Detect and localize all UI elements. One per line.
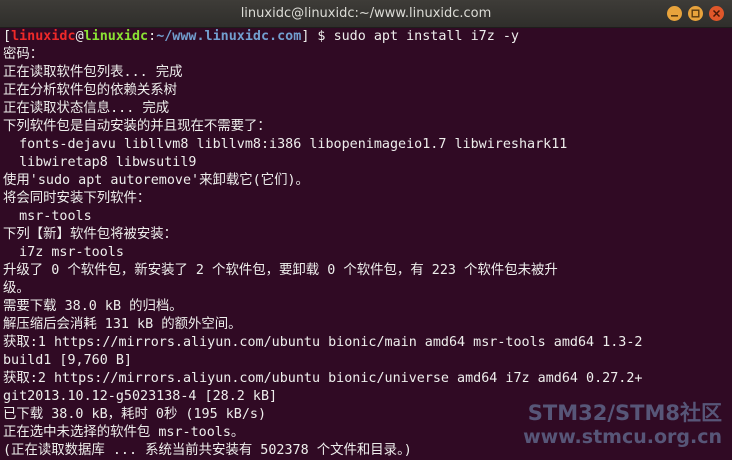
output-line: 需要下载 38.0 kB 的归档。	[3, 299, 183, 314]
output-line: msr-tools	[3, 209, 92, 224]
output-line: 下列软件包是自动安装的并且现在不需要了：	[3, 119, 271, 134]
terminal-output-area[interactable]: [linuxidc@linuxidc:~/www.linuxidc.com] $…	[0, 28, 732, 460]
output-line: 升级了 0 个软件包，新安装了 2 个软件包，要卸载 0 个软件包，有 223 …	[3, 263, 558, 278]
prompt-command: sudo apt install i7z -y	[333, 29, 519, 44]
maximize-icon	[691, 9, 700, 18]
output-line: 正在读取软件包列表... 完成	[3, 65, 183, 80]
output-line: fonts-dejavu libllvm8 libllvm8:i386 libo…	[3, 137, 568, 152]
output-line: 解压缩后会消耗 131 kB 的额外空间。	[3, 317, 242, 332]
prompt-symbol: $	[309, 29, 334, 44]
output-line: 正在读取状态信息... 完成	[3, 101, 170, 116]
output-line: 下列【新】软件包将被安装：	[3, 227, 178, 242]
output-line: 将会同时安装下列软件：	[3, 191, 151, 206]
output-line: build1 [9,760 B]	[3, 353, 132, 368]
watermark-title: STM32/STM8社区	[527, 401, 722, 425]
title-bar[interactable]: linuxidc@linuxidc:~/www.linuxidc.com	[0, 0, 732, 28]
output-line: 级。	[3, 281, 30, 296]
output-line: libwiretap8 libwsutil9	[3, 155, 197, 170]
output-line: i7z msr-tools	[3, 245, 124, 260]
prompt-host: linuxidc	[83, 29, 149, 44]
prompt-at: @	[75, 29, 84, 44]
prompt-path: ~/www.linuxidc.com	[156, 29, 302, 44]
window-title: linuxidc@linuxidc:~/www.linuxidc.com	[240, 6, 492, 21]
site-watermark: STM32/STM8社区 www.stmcu.org.cn	[523, 400, 722, 448]
terminal-window: linuxidc@linuxidc:~/www.linuxidc.com [li…	[0, 0, 732, 460]
close-icon	[712, 9, 721, 18]
output-line: 使用'sudo apt autoremove'来卸载它(它们)。	[3, 173, 309, 188]
minimize-button[interactable]	[667, 6, 682, 21]
close-button[interactable]	[709, 6, 724, 21]
command-prompt-line: [linuxidc@linuxidc:~/www.linuxidc.com] $…	[3, 28, 732, 46]
output-line: 获取:2 https://mirrors.aliyun.com/ubuntu b…	[3, 371, 643, 386]
output-line: 获取:1 https://mirrors.aliyun.com/ubuntu b…	[3, 335, 643, 350]
prompt-open-bracket: [	[3, 29, 12, 44]
prompt-user: linuxidc	[11, 29, 76, 44]
minimize-icon	[671, 15, 678, 17]
output-line: 密码：	[3, 47, 44, 62]
maximize-button[interactable]	[688, 6, 703, 21]
output-line: 正在分析软件包的依赖关系树	[3, 83, 178, 98]
prompt-colon: :	[148, 29, 157, 44]
watermark-url: www.stmcu.org.cn	[523, 426, 722, 448]
